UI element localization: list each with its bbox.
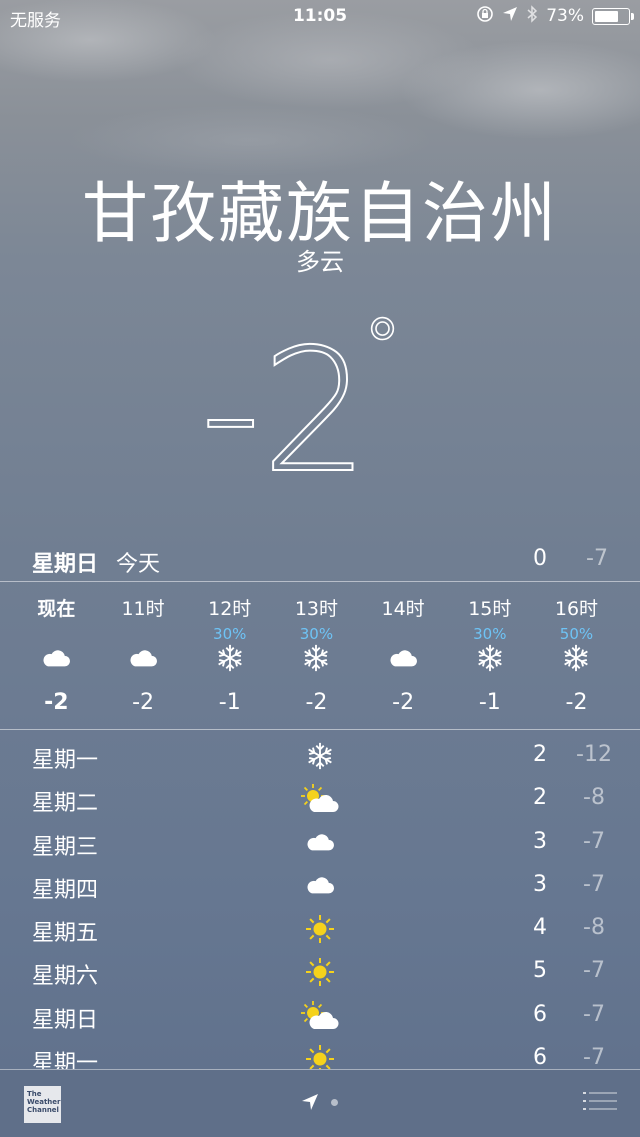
day-high: 5	[533, 958, 547, 984]
day-name: 星期四	[32, 877, 99, 903]
hour-temp: -2	[305, 690, 328, 715]
day-high: 6	[533, 1045, 547, 1071]
day-high: 2	[533, 785, 547, 811]
day-low: -12	[576, 742, 612, 767]
hourly-item: 14时 -2	[360, 582, 447, 728]
page-indicator-icon[interactable]	[331, 1099, 338, 1106]
partly-cloudy-icon	[298, 781, 342, 817]
cloud-icon	[100, 640, 187, 676]
hour-time: 12时	[208, 598, 252, 620]
day-low: -7	[583, 958, 605, 984]
bottom-toolbar: The Weather Channel	[0, 1069, 640, 1137]
daily-row: 星期三 3 -7	[0, 823, 640, 866]
today-summary-row: 星期日 今天 0 -7	[0, 540, 640, 580]
hourly-item: 12时 30% -1	[186, 582, 273, 728]
hour-temp: -2	[44, 690, 69, 715]
daily-row: 星期六 5 -7	[0, 952, 640, 995]
day-name: 星期一	[32, 748, 99, 773]
day-high: 4	[533, 915, 547, 941]
day-high: 2	[533, 742, 547, 767]
day-low: -7	[583, 1001, 605, 1027]
day-high: 3	[533, 828, 547, 854]
hour-temp: -1	[218, 690, 241, 715]
snowflake-icon	[298, 738, 342, 774]
hour-time: 15时	[468, 598, 512, 620]
rotation-lock-icon	[476, 5, 494, 27]
cloud-icon	[298, 868, 342, 904]
today-weekday: 星期日	[32, 552, 99, 577]
hourly-item: 16时 50% -2	[533, 582, 620, 728]
day-low: -7	[583, 1045, 605, 1071]
daily-row: 星期二 2 -8	[0, 779, 640, 822]
current-temperature: -2 °	[0, 300, 640, 490]
hour-time: 13时	[294, 598, 338, 620]
status-icons: 73%	[476, 5, 634, 27]
today-label: 今天	[116, 552, 161, 577]
weather-condition: 多云	[296, 248, 344, 276]
battery-icon	[592, 7, 634, 25]
status-bar: 无服务 11:05 73%	[0, 0, 640, 34]
hour-time: 16时	[554, 598, 599, 620]
temperature-value: -2	[200, 313, 370, 490]
current-temperature-graphic: -2 °	[199, 304, 401, 490]
battery-nub	[631, 12, 634, 20]
snowflake-icon	[186, 640, 273, 676]
day-low: -8	[583, 915, 605, 941]
day-high: 6	[533, 1001, 547, 1027]
weather-channel-logo[interactable]: The Weather Channel	[24, 1086, 61, 1123]
battery-percent: 73%	[546, 6, 584, 26]
sun-icon	[298, 911, 342, 947]
day-name: 星期六	[32, 964, 99, 990]
day-low: -7	[583, 828, 605, 854]
hourly-item: 15时 30% -1	[446, 582, 533, 728]
day-name: 星期三	[32, 834, 99, 860]
hour-time: 14时	[381, 598, 425, 620]
snowflake-icon	[446, 640, 533, 676]
today-high: 0	[533, 546, 547, 571]
hour-time: 11时	[121, 598, 165, 620]
snowflake-icon	[533, 640, 620, 676]
hour-temp: -1	[478, 690, 501, 715]
day-high: 3	[533, 871, 547, 897]
daily-row: 星期一 2 -12	[0, 736, 640, 779]
location-arrow-icon[interactable]	[300, 1092, 320, 1116]
today-low: -7	[586, 546, 608, 571]
day-name: 星期五	[32, 921, 99, 947]
daily-row: 星期日 6 -7	[0, 996, 640, 1039]
hourly-item: 现在 -2	[13, 582, 100, 728]
daily-row: 星期四 3 -7	[0, 866, 640, 909]
day-low: -7	[583, 871, 605, 897]
list-icon[interactable]	[583, 1090, 617, 1116]
day-name: 星期二	[32, 791, 99, 817]
hour-time: 现在	[37, 598, 76, 620]
hourly-forecast[interactable]: 现在 -2 11时 -2 12时 30% -1 13时 30% -2 14时 -2 15时 30% -1 16…	[13, 582, 633, 728]
hour-temp: -2	[132, 690, 154, 715]
day-low: -8	[583, 785, 605, 811]
degree-symbol: °	[365, 305, 400, 387]
hourly-item: 13时 30% -2	[273, 582, 360, 728]
daily-row: 星期五 4 -8	[0, 909, 640, 952]
cloud-icon	[13, 640, 100, 676]
battery-fill	[595, 10, 618, 22]
cloud-icon	[298, 825, 342, 861]
bluetooth-icon	[526, 5, 538, 27]
hourly-item: 11时 -2	[100, 582, 187, 728]
hour-temp: -2	[392, 690, 415, 715]
location-arrow-icon	[502, 6, 518, 26]
daily-forecast[interactable]: 星期一 2 -12 星期二 2 -8 星期三 3 -7 星期四 3 -7 星期五 4 -8 星期六 5 -7 星期日…	[0, 736, 640, 1082]
divider-bottom	[0, 729, 640, 730]
cloud-icon	[360, 640, 447, 676]
day-name: 星期日	[32, 1007, 99, 1033]
partly-cloudy-icon	[298, 998, 342, 1034]
sun-icon	[298, 954, 342, 990]
hour-temp: -2	[565, 690, 588, 715]
snowflake-icon	[273, 640, 360, 676]
